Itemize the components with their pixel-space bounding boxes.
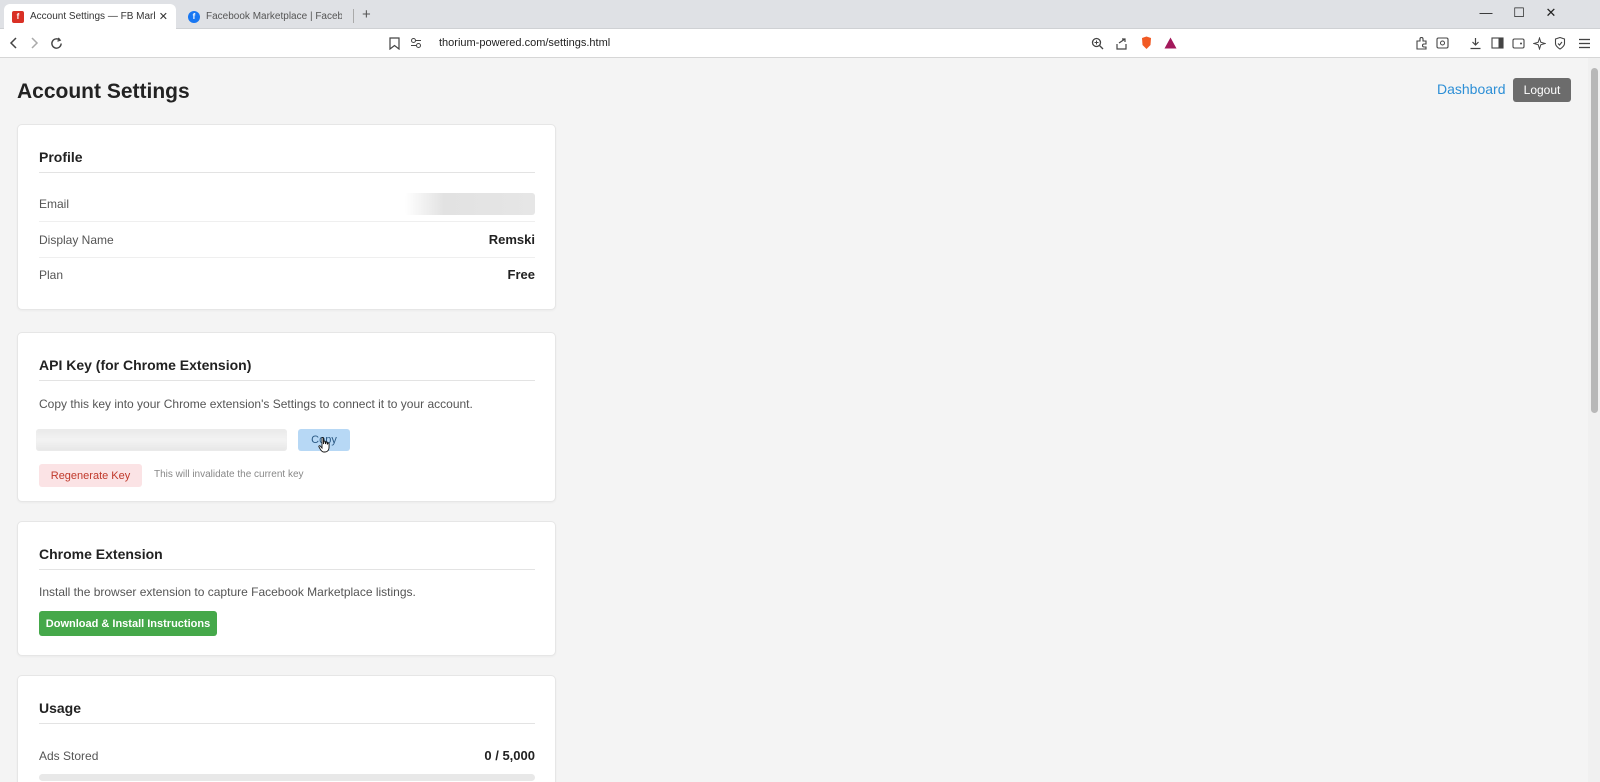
profile-row-plan: Plan Free (39, 257, 535, 292)
extension-description: Install the browser extension to capture… (39, 585, 416, 599)
chrome-extension-card: Chrome Extension Install the browser ext… (17, 521, 556, 656)
logout-button[interactable]: Logout (1513, 78, 1571, 102)
tab-title: Facebook Marketplace | Facebook (206, 11, 342, 22)
browser-toolbar: thorium-powered.com/settings.html (0, 29, 1600, 58)
app-favicon-icon: f (12, 10, 24, 23)
page-title: Account Settings (17, 80, 190, 103)
page-content: Account Settings Dashboard Logout Profil… (0, 58, 1588, 782)
ads-usage-progress-bar (39, 774, 535, 781)
rewards-icon[interactable] (1161, 34, 1179, 52)
maximize-button[interactable]: ☐ (1511, 5, 1527, 21)
display-name-label: Display Name (39, 232, 114, 247)
facebook-favicon-icon: f (188, 10, 200, 23)
menu-icon[interactable] (1575, 34, 1593, 52)
divider (39, 380, 535, 381)
regenerate-warning: This will invalidate the current key (154, 469, 304, 480)
tab-close-icon[interactable]: ✕ (159, 10, 168, 23)
ai-sparkle-icon[interactable] (1530, 34, 1548, 52)
scrollbar-thumb[interactable] (1591, 68, 1598, 413)
profile-row-display-name: Display Name Remski (39, 222, 535, 257)
tab-account-settings[interactable]: f Account Settings — FB Marketpl ✕ (4, 4, 176, 29)
leo-icon[interactable] (1433, 34, 1451, 52)
brave-shield-icon[interactable] (1137, 34, 1155, 52)
ads-stored-label: Ads Stored (39, 748, 99, 763)
pointer-cursor-icon (318, 437, 331, 456)
browser-tab-strip: f Account Settings — FB Marketpl ✕ f Fac… (0, 0, 1600, 29)
divider (39, 723, 535, 724)
usage-card-title: Usage (39, 700, 82, 716)
new-tab-button[interactable]: + (362, 6, 371, 23)
close-window-button[interactable]: ✕ (1543, 5, 1559, 21)
extension-card-title: Chrome Extension (39, 546, 163, 562)
api-key-redacted (36, 429, 287, 451)
site-settings-icon[interactable] (407, 34, 425, 52)
divider (39, 172, 535, 173)
plan-value: Free (507, 267, 535, 282)
plan-label: Plan (39, 267, 64, 282)
wallet-icon[interactable] (1509, 34, 1527, 52)
profile-row-email: Email (39, 186, 535, 221)
api-key-card: API Key (for Chrome Extension) Copy this… (17, 332, 556, 502)
api-key-card-title: API Key (for Chrome Extension) (39, 357, 252, 373)
tab-facebook-marketplace[interactable]: f Facebook Marketplace | Facebook (180, 4, 350, 29)
tab-divider (353, 9, 354, 23)
profile-card-title: Profile (39, 149, 83, 165)
back-icon[interactable] (5, 34, 23, 52)
regenerate-key-button[interactable]: Regenerate Key (39, 464, 142, 487)
email-label: Email (39, 196, 70, 211)
download-icon[interactable] (1466, 34, 1484, 52)
divider (39, 569, 535, 570)
sidebar-icon[interactable] (1488, 34, 1506, 52)
download-install-button[interactable]: Download & Install Instructions (39, 611, 217, 636)
reload-icon[interactable] (47, 34, 65, 52)
tab-title: Account Settings — FB Marketpl (30, 11, 155, 22)
display-name-value: Remski (488, 232, 535, 247)
minimize-button[interactable]: — (1478, 5, 1494, 20)
email-value-redacted (405, 192, 535, 215)
api-key-description: Copy this key into your Chrome extension… (39, 397, 473, 411)
zoom-icon[interactable] (1088, 34, 1106, 52)
forward-icon[interactable] (25, 34, 43, 52)
bookmark-icon[interactable] (385, 34, 403, 52)
extensions-icon[interactable] (1412, 34, 1430, 52)
url-text: thorium-powered.com/settings.html (439, 37, 611, 49)
share-icon[interactable] (1112, 34, 1130, 52)
usage-row-ads: Ads Stored 0 / 5,000 (39, 738, 535, 773)
address-bar[interactable]: thorium-powered.com/settings.html (403, 32, 1186, 54)
ads-stored-value: 0 / 5,000 (484, 748, 535, 763)
profile-card: Profile Email Display Name Remski Plan F… (17, 124, 556, 310)
dashboard-link[interactable]: Dashboard (1437, 81, 1506, 97)
vpn-shield-icon[interactable] (1551, 34, 1569, 52)
usage-card: Usage Ads Stored 0 / 5,000 (17, 675, 556, 782)
api-key-field[interactable] (36, 429, 287, 451)
